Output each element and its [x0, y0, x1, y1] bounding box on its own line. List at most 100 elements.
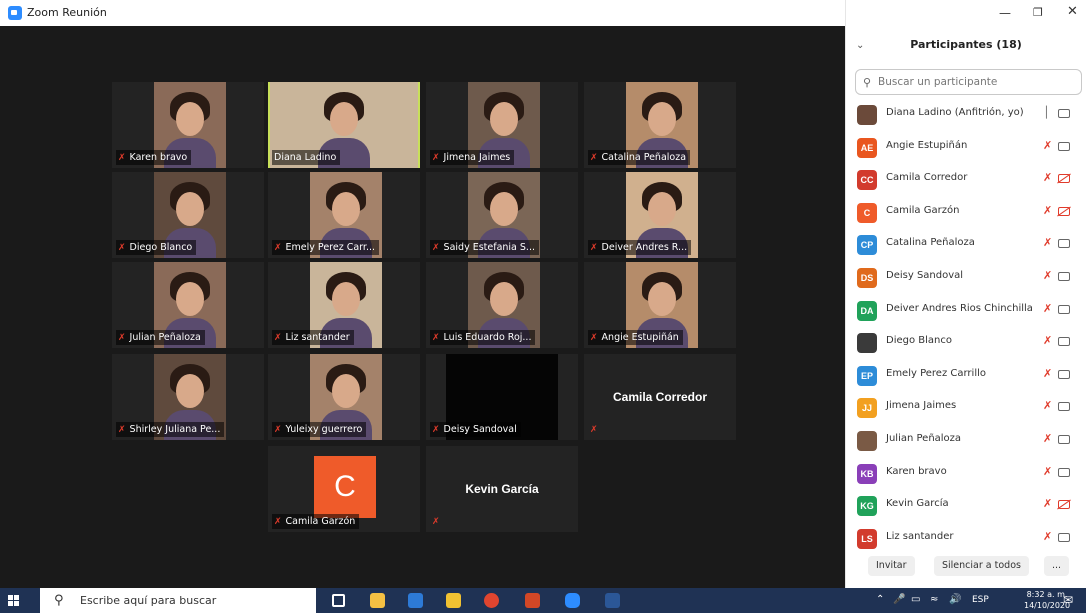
more-options-button[interactable]: ...: [1044, 556, 1070, 576]
video-tile[interactable]: ✗ Karen bravo: [112, 82, 264, 168]
video-off-icon[interactable]: [1058, 174, 1070, 184]
video-camera-icon[interactable]: [1058, 304, 1070, 314]
video-tile[interactable]: Camila Corredor ✗: [584, 354, 736, 440]
mic-muted-icon[interactable]: ✗: [1043, 432, 1052, 445]
mute-all-button[interactable]: Silenciar a todos: [934, 556, 1029, 576]
video-camera-icon[interactable]: [1058, 271, 1070, 281]
minimize-button[interactable]: —: [999, 6, 1011, 20]
mic-muted-icon[interactable]: ✗: [1043, 269, 1052, 282]
mic-muted-icon[interactable]: ✗: [1043, 530, 1052, 543]
participant-row[interactable]: CC Camila Corredor ✗: [846, 164, 1086, 197]
participant-row[interactable]: Diego Blanco ✗: [846, 327, 1086, 360]
wifi-icon[interactable]: ≈: [930, 594, 938, 605]
mic-muted-icon[interactable]: ✗: [1043, 204, 1052, 217]
participant-row[interactable]: Julian Peñaloza ✗: [846, 425, 1086, 458]
video-camera-icon[interactable]: [1058, 532, 1070, 542]
participant-row[interactable]: EP Emely Perez Carrillo ✗: [846, 360, 1086, 393]
video-tile[interactable]: ✗ Luis Eduardo Roj...: [426, 262, 578, 348]
video-tile[interactable]: ✗ Liz santander: [268, 262, 420, 348]
taskbar-search-input[interactable]: ⚲ Escribe aquí para buscar: [40, 588, 316, 613]
language-indicator[interactable]: ESP: [972, 595, 989, 605]
tile-caption: ✗ Diego Blanco: [116, 240, 197, 255]
battery-icon[interactable]: ▭: [911, 594, 920, 605]
participant-row[interactable]: DA Deiver Andres Rios Chinchilla ✗: [846, 295, 1086, 328]
video-tile[interactable]: ✗ Catalina Peñaloza: [584, 82, 736, 168]
store-icon[interactable]: [370, 593, 385, 608]
tile-caption: ✗ Saidy Estefania S...: [430, 240, 539, 255]
video-camera-icon[interactable]: [1058, 109, 1070, 118]
close-button[interactable]: ✕: [1067, 4, 1078, 19]
mic-muted-icon[interactable]: ✗: [1043, 367, 1052, 380]
invite-button[interactable]: Invitar: [868, 556, 915, 576]
video-tile[interactable]: ✗ Diego Blanco: [112, 172, 264, 258]
video-tile[interactable]: ✗ Yuleixy guerrero: [268, 354, 420, 440]
participant-row[interactable]: JJ Jimena Jaimes ✗: [846, 392, 1086, 425]
video-tile[interactable]: Kevin García ✗: [426, 446, 578, 532]
participant-row[interactable]: LS Liz santander ✗: [846, 523, 1086, 556]
avatar-initials: AE: [857, 137, 877, 158]
video-camera-icon[interactable]: [1058, 337, 1070, 347]
tile-caption: ✗: [430, 514, 448, 529]
video-tile[interactable]: C ✗ Camila Garzón: [268, 446, 420, 532]
task-view-icon[interactable]: [332, 594, 345, 607]
zoom-taskbar-icon[interactable]: [565, 593, 580, 608]
tile-name: Luis Eduardo Roj...: [443, 332, 532, 343]
mic-muted-icon[interactable]: ✗: [1043, 497, 1052, 510]
mic-muted-icon[interactable]: ✗: [1043, 302, 1052, 315]
participants-panel: — ❐ ✕ ⌄ Participantes (18) ⚲ Buscar un p…: [845, 0, 1086, 588]
video-tile[interactable]: ✗ Angie Estupiñán: [584, 262, 736, 348]
notifications-icon[interactable]: ✉: [1063, 593, 1073, 607]
mic-muted-icon[interactable]: ✗: [1043, 334, 1052, 347]
participant-row[interactable]: C Camila Garzón ✗: [846, 197, 1086, 230]
participant-row[interactable]: Diana Ladino (Anfitrión, yo) │: [846, 99, 1086, 132]
avatar-photo: [857, 105, 877, 125]
powerpoint-icon[interactable]: [525, 593, 540, 608]
mic-muted-icon: ✗: [118, 425, 126, 435]
tile-caption: ✗ Camila Garzón: [272, 514, 360, 529]
video-camera-icon[interactable]: [1058, 369, 1070, 379]
video-camera-icon[interactable]: [1058, 141, 1070, 151]
windows-start-icon[interactable]: [8, 595, 19, 606]
tile-caption: ✗ Liz santander: [272, 330, 354, 345]
mic-muted-icon: ✗: [274, 243, 282, 253]
microphone-icon[interactable]: │: [1043, 106, 1050, 119]
video-tile[interactable]: ✗ Emely Perez Carr...: [268, 172, 420, 258]
participant-search-input[interactable]: ⚲ Buscar un participante: [855, 69, 1082, 95]
restore-button[interactable]: ❐: [1033, 6, 1043, 19]
video-tile[interactable]: ✗ Deisy Sandoval: [426, 354, 578, 440]
video-camera-icon[interactable]: [1058, 402, 1070, 412]
video-tile[interactable]: ✗ Saidy Estefania S...: [426, 172, 578, 258]
video-tile[interactable]: ✗ Shirley Juliana Pe...: [112, 354, 264, 440]
show-hidden-icons-icon[interactable]: ⌃: [876, 594, 884, 605]
participant-row[interactable]: AE Angie Estupiñán ✗: [846, 132, 1086, 165]
file-explorer-icon[interactable]: [446, 593, 461, 608]
search-icon: ⚲: [863, 76, 872, 89]
word-icon[interactable]: [605, 593, 620, 608]
microphone-icon[interactable]: 🎤: [893, 594, 905, 605]
volume-icon[interactable]: 🔊: [949, 594, 961, 605]
mic-muted-icon[interactable]: ✗: [1043, 139, 1052, 152]
participant-row[interactable]: DS Deisy Sandoval ✗: [846, 262, 1086, 295]
video-tile[interactable]: ✗ Julian Peñaloza: [112, 262, 264, 348]
mic-muted-icon[interactable]: ✗: [1043, 236, 1052, 249]
video-tile[interactable]: ✗ Jimena Jaimes: [426, 82, 578, 168]
video-off-icon[interactable]: [1058, 500, 1070, 510]
mic-muted-icon[interactable]: ✗: [1043, 171, 1052, 184]
video-tile[interactable]: Diana Ladino: [268, 82, 420, 168]
chrome-icon[interactable]: [484, 593, 499, 608]
video-camera-icon[interactable]: [1058, 239, 1070, 249]
mic-muted-icon[interactable]: ✗: [1043, 465, 1052, 478]
video-tile[interactable]: ✗ Deiver Andres R...: [584, 172, 736, 258]
video-camera-icon[interactable]: [1058, 434, 1070, 444]
mic-muted-icon[interactable]: ✗: [1043, 399, 1052, 412]
tile-caption: ✗ Deisy Sandoval: [430, 422, 521, 437]
video-camera-icon[interactable]: [1058, 467, 1070, 477]
participant-row[interactable]: CP Catalina Peñaloza ✗: [846, 229, 1086, 262]
participant-row[interactable]: KG Kevin García ✗: [846, 490, 1086, 523]
tile-caption: ✗ Emely Perez Carr...: [272, 240, 379, 255]
mail-icon[interactable]: [408, 593, 423, 608]
participant-row[interactable]: KB Karen bravo ✗: [846, 458, 1086, 491]
participant-name: Emely Perez Carrillo: [886, 367, 986, 379]
zoom-app-icon: [8, 6, 22, 20]
video-off-icon[interactable]: [1058, 206, 1070, 216]
